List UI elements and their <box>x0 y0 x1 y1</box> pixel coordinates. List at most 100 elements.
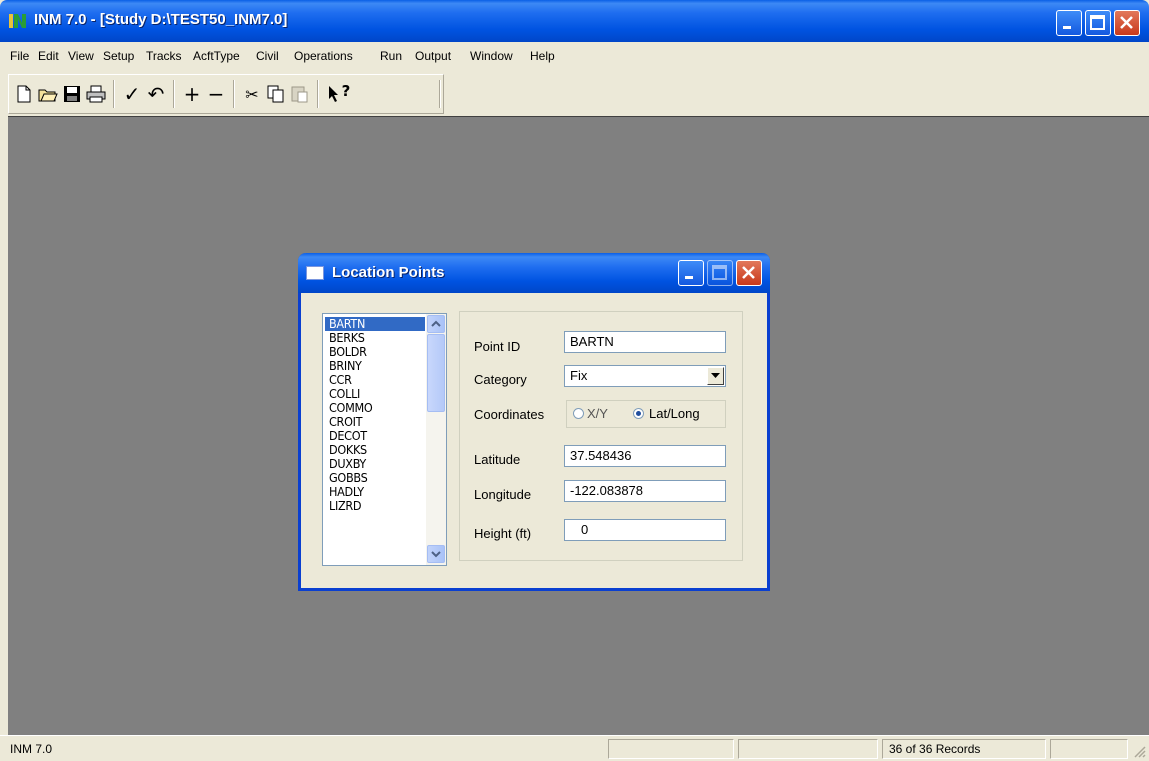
pointer-arrow-icon <box>328 86 338 102</box>
latitude-label: Latitude <box>474 452 521 467</box>
paste-icon <box>291 86 308 103</box>
list-item[interactable]: GOBBS <box>325 471 425 485</box>
close-icon <box>1120 16 1133 29</box>
coord-latlong-radio[interactable] <box>633 408 644 419</box>
height-label: Height (ft) <box>474 526 532 541</box>
resize-grip-icon[interactable] <box>1132 744 1146 758</box>
dialog-minimize-button[interactable] <box>678 260 704 286</box>
dropdown-arrow-icon[interactable] <box>707 367 724 385</box>
list-item[interactable]: HADLY <box>325 485 425 499</box>
delete-record-button[interactable]: − <box>205 80 227 108</box>
coord-xy-radio[interactable] <box>573 408 584 419</box>
point-id-field[interactable]: BARTN <box>564 331 726 353</box>
minimize-button[interactable] <box>1056 10 1082 36</box>
list-item[interactable]: COLLI <box>325 387 425 401</box>
dialog-title-bar[interactable]: Location Points <box>298 253 770 293</box>
list-item[interactable]: BERKS <box>325 331 425 345</box>
toolbar: ✓ ↶ + − ✂ ? <box>8 74 444 114</box>
maximize-button[interactable] <box>1085 10 1111 36</box>
list-item[interactable]: LIZRD <box>325 499 425 513</box>
open-button[interactable] <box>37 80 59 108</box>
window-title: INM 7.0 - [Study D:\TEST50_INM7.0] <box>34 11 288 28</box>
close-button[interactable] <box>1114 10 1140 36</box>
latitude-field[interactable]: 37.548436 <box>564 445 726 467</box>
help-question-mark: ? <box>341 82 351 100</box>
list-item[interactable]: DOKKS <box>325 443 425 457</box>
cut-button[interactable]: ✂ <box>241 80 263 108</box>
menu-civil[interactable]: Civil <box>256 49 279 63</box>
menu-help[interactable]: Help <box>530 49 555 63</box>
dialog-close-button[interactable] <box>736 260 762 286</box>
menu-operations[interactable]: Operations <box>294 49 353 63</box>
scroll-up-button[interactable] <box>427 315 445 333</box>
longitude-field[interactable]: -122.083878 <box>564 480 726 502</box>
status-pane <box>738 739 878 759</box>
coord-latlong-label[interactable]: Lat/Long <box>649 406 700 421</box>
scroll-down-button[interactable] <box>427 545 445 563</box>
list-item[interactable]: CROIT <box>325 415 425 429</box>
application-window: INM 7.0 - [Study D:\TEST50_INM7.0] File … <box>0 0 1149 761</box>
list-item[interactable]: BRINY <box>325 359 425 373</box>
new-button[interactable] <box>13 80 35 108</box>
menu-tracks[interactable]: Tracks <box>146 49 182 63</box>
inm-app-icon <box>9 14 26 28</box>
list-item[interactable]: DUXBY <box>325 457 425 471</box>
scroll-thumb[interactable] <box>427 334 445 412</box>
list-item[interactable]: BOLDR <box>325 345 425 359</box>
menu-view[interactable]: View <box>68 49 94 63</box>
new-document-icon <box>17 85 31 103</box>
print-icon <box>86 85 106 103</box>
chevron-down-icon <box>431 551 441 558</box>
copy-button[interactable] <box>265 80 287 108</box>
toolbar-separator <box>173 80 175 108</box>
context-help-button[interactable]: ? <box>325 80 353 108</box>
menu-file[interactable]: File <box>10 49 29 63</box>
coordinates-radio-group: X/Y Lat/Long <box>566 400 726 428</box>
toolbar-separator <box>317 80 319 108</box>
status-text: INM 7.0 <box>10 742 53 756</box>
maximize-icon <box>1090 15 1105 30</box>
dialog-maximize-button[interactable] <box>707 260 733 286</box>
category-select[interactable]: Fix <box>564 365 726 387</box>
coord-xy-label[interactable]: X/Y <box>587 406 608 421</box>
point-details-panel: Point ID BARTN Category Fix Coordinates … <box>459 311 743 561</box>
category-value: Fix <box>570 368 588 383</box>
menu-bar: File Edit View Setup Tracks AcftType Civ… <box>0 42 1149 70</box>
copy-icon <box>267 85 284 103</box>
list-item[interactable]: DECOT <box>325 429 425 443</box>
menu-edit[interactable]: Edit <box>38 49 59 63</box>
records-count: 36 of 36 Records <box>889 742 981 756</box>
list-item[interactable]: CCR <box>325 373 425 387</box>
window-icon <box>306 266 324 280</box>
undo-button[interactable]: ↶ <box>145 80 167 108</box>
status-pane <box>608 739 734 759</box>
menu-setup[interactable]: Setup <box>103 49 134 63</box>
toolbar-separator <box>113 80 115 108</box>
status-bar: INM 7.0 36 of 36 Records <box>0 735 1149 761</box>
list-item[interactable]: COMMO <box>325 401 425 415</box>
add-record-button[interactable]: + <box>181 80 203 108</box>
minimize-icon <box>1063 26 1071 29</box>
longitude-label: Longitude <box>474 487 532 502</box>
height-field[interactable]: 0 <box>564 519 726 541</box>
check-button[interactable]: ✓ <box>121 80 143 108</box>
coordinates-label: Coordinates <box>474 407 545 422</box>
title-bar[interactable]: INM 7.0 - [Study D:\TEST50_INM7.0] <box>0 0 1149 42</box>
list-item[interactable]: BARTN <box>325 317 425 331</box>
print-button[interactable] <box>85 80 107 108</box>
category-label: Category <box>474 372 527 387</box>
location-point-list[interactable]: BARTN BERKS BOLDR BRINY CCR COLLI COMMO … <box>322 313 447 566</box>
menu-output[interactable]: Output <box>415 49 451 63</box>
save-button[interactable] <box>61 80 83 108</box>
menu-window[interactable]: Window <box>470 49 513 63</box>
menu-run[interactable]: Run <box>380 49 402 63</box>
open-folder-icon <box>38 89 58 102</box>
chevron-up-icon <box>431 320 441 327</box>
paste-button[interactable] <box>289 80 311 108</box>
menu-acfttype[interactable]: AcftType <box>193 49 240 63</box>
status-pane <box>1050 739 1128 759</box>
list-scrollbar[interactable] <box>426 314 446 565</box>
status-records-pane: 36 of 36 Records <box>882 739 1046 759</box>
minimize-icon <box>685 276 693 279</box>
point-id-label: Point ID <box>474 339 521 354</box>
